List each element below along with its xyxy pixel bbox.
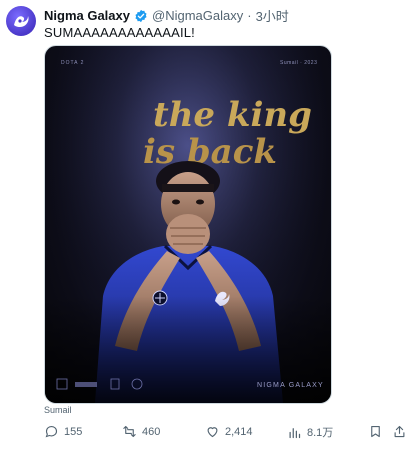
tweet-media[interactable]: DOTA 2 Sumail · 2023 the king is back NI…: [44, 45, 332, 404]
repost-count: 460: [142, 425, 161, 438]
views-button[interactable]: 8.1万: [287, 424, 333, 440]
author-handle[interactable]: @NigmaGalaxy: [152, 8, 243, 23]
tweet-header: Nigma Galaxy @NigmaGalaxy · 3小时: [44, 6, 289, 25]
reply-count: 155: [64, 425, 83, 438]
reply-button[interactable]: 155: [44, 424, 82, 439]
sumail-poster-image: DOTA 2 Sumail · 2023 the king is back NI…: [45, 46, 331, 403]
like-button[interactable]: 2,414: [205, 424, 253, 439]
share-icon: [394, 425, 405, 438]
media-caption: Sumail: [44, 405, 72, 415]
poster-headline-line2: is back: [143, 132, 277, 172]
tweet-card[interactable]: Nigma Galaxy @NigmaGalaxy · 3小时 SUMAAAAA…: [0, 0, 407, 450]
repost-button[interactable]: 460: [122, 424, 160, 439]
tweet-timestamp[interactable]: 3小时: [256, 6, 289, 25]
poster-top-right-tag: Sumail · 2023: [280, 60, 317, 66]
repost-icon: [123, 425, 136, 438]
bookmark-icon: [371, 425, 380, 438]
like-count: 2,414: [225, 425, 253, 438]
nigma-logo-icon: [14, 16, 29, 27]
bookmark-button[interactable]: [368, 424, 383, 439]
verified-badge-icon: [134, 9, 148, 23]
tweet-text: SUMAAAAAAAAAAAAIL!: [44, 25, 195, 40]
tweet-actions: 155 460 2,414 8.1万: [44, 424, 406, 444]
reply-icon: [45, 425, 58, 438]
share-button[interactable]: [392, 424, 407, 439]
avatar[interactable]: [6, 6, 36, 36]
views-count: 8.1万: [307, 427, 334, 439]
author-name[interactable]: Nigma Galaxy: [44, 8, 130, 23]
analytics-icon: [289, 427, 301, 438]
poster-headline-line1: the king: [153, 95, 312, 135]
separator-dot: ·: [247, 8, 252, 23]
poster-brand-text: NIGMA GALAXY: [257, 382, 324, 389]
poster-top-left-tag: DOTA 2: [61, 60, 84, 66]
heart-icon: [207, 427, 218, 438]
